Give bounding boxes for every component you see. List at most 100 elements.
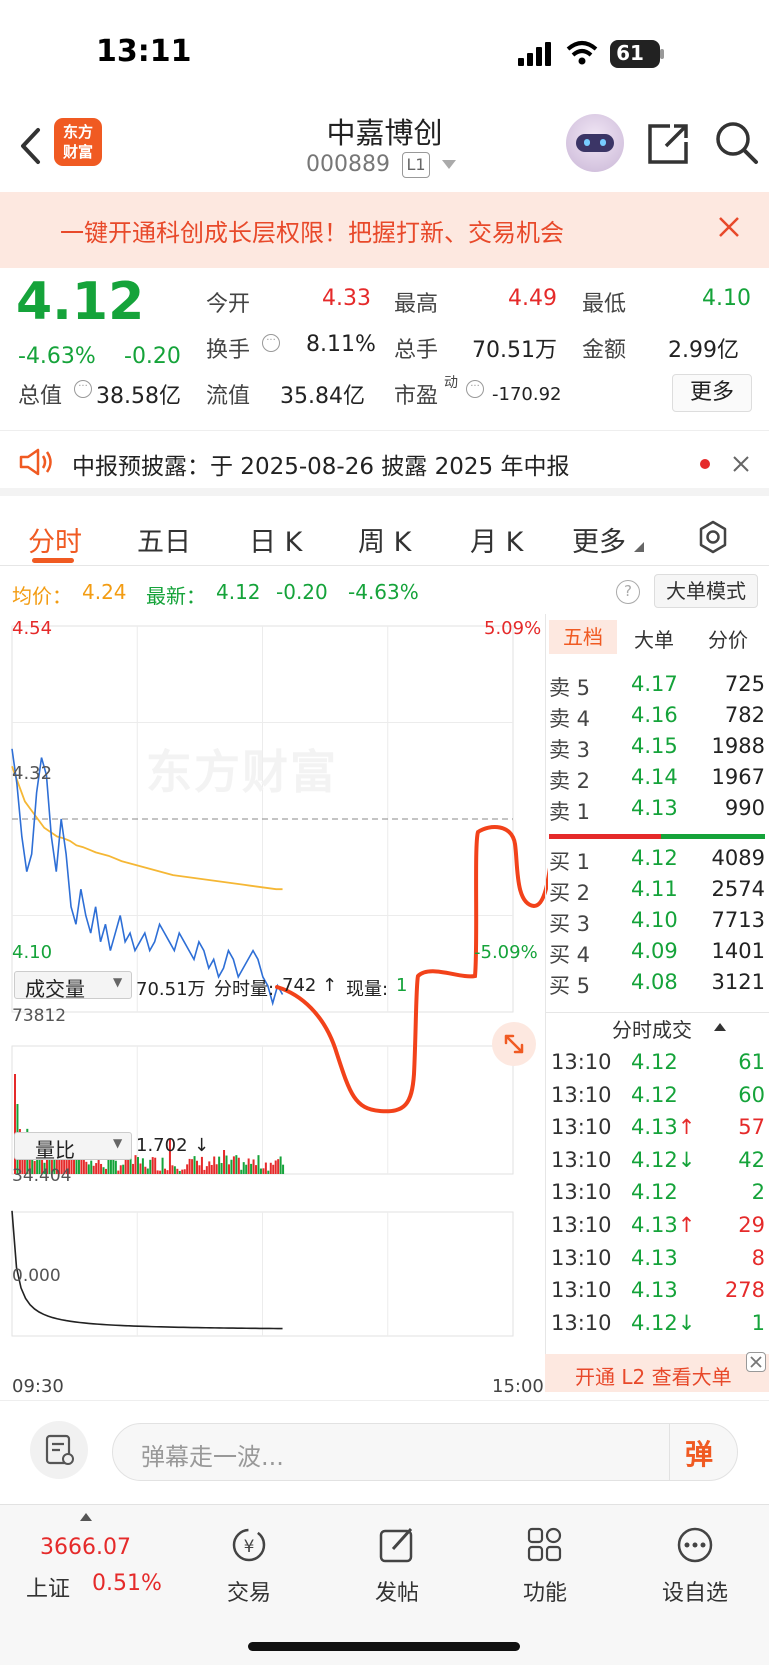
bid-row[interactable]: 买 1 4.12 4089 (549, 846, 769, 878)
ask-row[interactable]: 卖 2 4.14 1967 (549, 765, 769, 797)
index-name[interactable]: 上证 (26, 1571, 70, 1603)
chart-tabs: 分时 五日 日 K 周 K 月 K 更多 (0, 506, 769, 566)
volume-bar (262, 1168, 265, 1174)
volume-bar (223, 1150, 226, 1174)
dropdown-icon[interactable] (442, 160, 456, 170)
volume-bar (259, 1168, 262, 1174)
volume-bar (240, 1169, 243, 1174)
volume-bar (75, 1158, 78, 1174)
l2-upgrade-banner[interactable]: 开通 L2 查看大单 (545, 1354, 769, 1392)
bid-row[interactable]: 买 4 4.09 1401 (549, 939, 769, 971)
banner-text[interactable]: 一键开通科创成长层权限！把握打新、交易机会 (60, 213, 564, 248)
tab-five-levels[interactable]: 五档 (549, 620, 617, 654)
volume-bar (164, 1168, 167, 1174)
expand-icon[interactable] (492, 1022, 536, 1066)
ask-row[interactable]: 卖 5 4.17 725 (549, 672, 769, 704)
pct-bottom-label: -5.09% (474, 942, 538, 963)
y-mid-label: 4.32 (12, 763, 53, 784)
note-icon[interactable] (30, 1421, 88, 1479)
nav-functions[interactable]: 功能 (490, 1525, 600, 1607)
settings-icon[interactable] (696, 520, 730, 554)
volume-bar (171, 1165, 174, 1174)
danmaku-send-button[interactable]: 弹 (685, 1433, 713, 1473)
ask-level-label: 卖 3 (549, 738, 591, 762)
mktcap-value: 38.58亿 (96, 384, 181, 409)
close-icon[interactable] (718, 216, 740, 238)
bid-ask-ratio-red (549, 834, 661, 839)
trade-volume: 29 (738, 1213, 765, 1237)
volume-max-label: 73812 (12, 1006, 67, 1026)
notice-bar[interactable]: 中报预披露：于 2025-08-26 披露 2025 年中报 (0, 430, 769, 496)
bid-level-label: 买 3 (549, 912, 591, 936)
ratio-indicator-select[interactable]: 量比 ▼ (14, 1132, 132, 1162)
volume-label: 总手 (394, 338, 439, 363)
float-value: 35.84亿 (280, 384, 365, 409)
volume-indicator-select[interactable]: 成交量 ▼ (14, 971, 132, 1001)
nav-trade[interactable]: ¥ 交易 (194, 1525, 304, 1607)
tab-five-day[interactable]: 五日 (137, 520, 191, 559)
volume-last-label: 分时量: (214, 979, 275, 1000)
tab-weekly-k[interactable]: 周 K (358, 520, 411, 559)
notice-text[interactable]: 中报预披露：于 2025-08-26 披露 2025 年中报 (72, 447, 569, 481)
svg-text:¥: ¥ (244, 1537, 255, 1557)
latest-pct: -4.63% (348, 580, 419, 604)
volume-bar (247, 1158, 250, 1174)
tab-intraday[interactable]: 分时 (28, 520, 82, 559)
last-price: 4.12 (16, 272, 145, 332)
close-icon[interactable] (746, 1352, 766, 1372)
l2-button-text[interactable]: 开通 L2 查看大单 (575, 1361, 732, 1390)
tab-monthly-k[interactable]: 月 K (470, 520, 523, 559)
dropdown-icon: ▼ (113, 1136, 123, 1150)
caret-up-icon[interactable] (714, 1022, 726, 1032)
nav-post[interactable]: 发帖 (342, 1525, 452, 1607)
trade-row: 13:10 4.12 60 (549, 1083, 769, 1117)
volume-bar (173, 1166, 176, 1174)
ratio-min-label: 0.000 (12, 1266, 61, 1286)
big-order-mode-button[interactable]: 大单模式 (654, 574, 758, 608)
help-icon[interactable]: ? (616, 580, 640, 604)
ratio-max-label: 34.404 (12, 1166, 72, 1186)
float-label: 流值 (206, 384, 251, 409)
ask-row[interactable]: 卖 4 4.16 782 (549, 703, 769, 735)
comment-input[interactable]: 弹幕走一波... 弹 (112, 1423, 738, 1481)
nav-add-watchlist[interactable]: 设自选 (640, 1525, 750, 1607)
bid-row[interactable]: 买 2 4.11 2574 (549, 877, 769, 909)
bid-row[interactable]: 买 3 4.10 7713 (549, 908, 769, 940)
info-icon[interactable]: ··· (466, 380, 484, 398)
tab-more[interactable]: 更多 (572, 520, 626, 559)
volume-bar (132, 1163, 135, 1174)
index-value[interactable]: 3666.07 (40, 1535, 131, 1560)
close-icon[interactable] (732, 455, 750, 473)
bid-row[interactable]: 买 5 4.08 3121 (549, 970, 769, 1002)
search-icon[interactable] (714, 120, 760, 166)
tab-big-orders[interactable]: 大单 (634, 624, 674, 653)
status-time: 13:11 (96, 34, 192, 69)
bid-volume: 1401 (711, 939, 765, 963)
pe-sup: 动 (444, 375, 458, 391)
robot-assistant-icon[interactable] (566, 114, 624, 172)
intraday-chart[interactable] (0, 614, 548, 1401)
share-icon[interactable] (646, 122, 690, 166)
promo-banner[interactable]: 一键开通科创成长层权限！把握打新、交易机会 (0, 192, 769, 268)
volume-bar (122, 1164, 125, 1174)
volume-bar (203, 1169, 206, 1174)
trade-volume: 8 (751, 1245, 765, 1270)
home-indicator (248, 1642, 520, 1651)
ask-row[interactable]: 卖 1 4.13 990 (549, 796, 769, 828)
info-icon[interactable]: ··· (262, 334, 280, 352)
tab-daily-k[interactable]: 日 K (249, 520, 302, 559)
bid-price: 4.08 (631, 970, 678, 994)
index-pct[interactable]: 0.51% (92, 1571, 162, 1596)
x-end-label: 15:00 (492, 1376, 544, 1397)
low-value: 4.10 (702, 286, 751, 311)
volume-bar (200, 1156, 203, 1174)
trade-time: 13:10 (551, 1115, 612, 1140)
level-badge[interactable]: L1 (402, 152, 430, 178)
ask-volume: 725 (724, 672, 765, 696)
tab-price-distribution[interactable]: 分价 (708, 624, 748, 653)
info-icon[interactable]: ··· (74, 380, 92, 398)
trade-time: 13:10 (551, 1245, 612, 1270)
more-button[interactable]: 更多 (672, 374, 752, 412)
ask-row[interactable]: 卖 3 4.15 1988 (549, 734, 769, 766)
trade-price: 4.13↑ (631, 1213, 696, 1237)
